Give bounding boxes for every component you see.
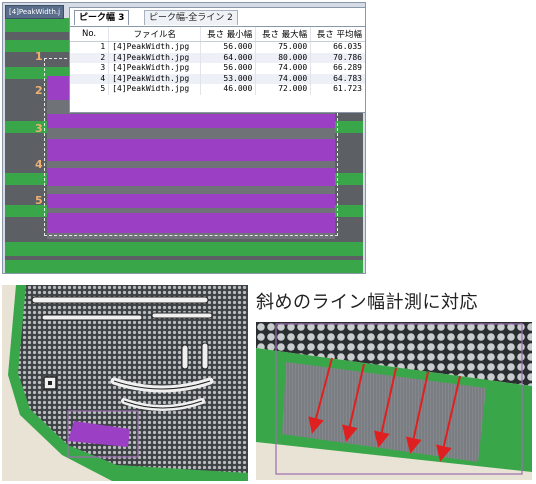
cell-avg-width: 64.783	[310, 73, 365, 84]
cell-avg-width: 61.723	[310, 84, 365, 95]
cell-min-width: 56.000	[200, 41, 257, 53]
col-header-filename[interactable]: ファイル名	[108, 27, 202, 42]
cell-avg-width: 70.786	[310, 52, 365, 63]
table-row[interactable]: 2 [4]PeakWidth.jpg 64.000 80.000 70.786	[70, 52, 365, 63]
line-label-5: 5	[35, 194, 43, 207]
table-row[interactable]: 3 [4]PeakWidth.jpg 56.000 74.000 66.289	[70, 63, 365, 74]
cell-filename: [4]PeakWidth.jpg	[108, 52, 202, 63]
col-header-max-width[interactable]: 長さ 最大幅	[255, 27, 312, 42]
tab-peak-width[interactable]: ピーク幅 3	[74, 10, 130, 25]
cell-max-width: 74.000	[255, 63, 312, 74]
table-row[interactable]: 4 [4]PeakWidth.jpg 53.000 74.000 64.783	[70, 73, 365, 84]
cell-min-width: 53.000	[200, 73, 257, 84]
cell-no: 4	[70, 73, 110, 84]
cell-max-width: 72.000	[255, 84, 312, 95]
results-table: No. ファイル名 長さ 最小幅 長さ 最大幅 長さ 平均幅 1 [4]Peak…	[70, 27, 365, 95]
cell-filename: [4]PeakWidth.jpg	[108, 84, 202, 95]
cell-max-width: 74.000	[255, 73, 312, 84]
cell-no: 1	[70, 41, 110, 53]
tab-peak-width-all-lines[interactable]: ピーク幅-全ライン 2	[144, 10, 238, 25]
cell-filename: [4]PeakWidth.jpg	[108, 41, 202, 53]
cell-no: 5	[70, 84, 110, 95]
col-header-min-width[interactable]: 長さ 最小幅	[200, 27, 257, 42]
caption: 斜めのライン幅計測に対応	[256, 292, 478, 313]
cell-min-width: 56.000	[200, 63, 257, 74]
cell-filename: [4]PeakWidth.jpg	[108, 73, 202, 84]
cell-min-width: 46.000	[200, 84, 257, 95]
diagonal-line-image	[256, 322, 532, 480]
results-tabbar: ピーク幅 3 ピーク幅-全ライン 2	[70, 8, 365, 27]
cell-max-width: 80.000	[255, 52, 312, 63]
line-label-4: 4	[35, 158, 43, 171]
stencil-photo	[2, 285, 248, 481]
table-header-row: No. ファイル名 長さ 最小幅 長さ 最大幅 長さ 平均幅	[70, 27, 365, 42]
col-header-avg-width[interactable]: 長さ 平均幅	[310, 27, 365, 42]
stencil-image	[2, 285, 248, 481]
table-row[interactable]: 1 [4]PeakWidth.jpg 56.000 75.000 66.035	[70, 41, 365, 53]
cell-min-width: 64.000	[200, 52, 257, 63]
line-label-3: 3	[35, 122, 43, 135]
cell-filename: [4]PeakWidth.jpg	[108, 63, 202, 74]
cell-no: 3	[70, 63, 110, 74]
table-row[interactable]: 5 [4]PeakWidth.jpg 46.000 72.000 61.723	[70, 84, 365, 95]
image-tab[interactable]: [4]PeakWidth.j	[5, 5, 65, 19]
cell-avg-width: 66.035	[310, 41, 365, 53]
cell-max-width: 75.000	[255, 41, 312, 53]
measurement-app-window: 1 2 3 4 5 [4]PeakWidth.j ピーク幅 3 ピーク幅-全ライ…	[2, 2, 366, 274]
line-label-1: 1	[35, 50, 43, 63]
col-header-no[interactable]: No.	[70, 27, 110, 42]
diagonal-line-photo	[256, 322, 532, 480]
cell-no: 2	[70, 52, 110, 63]
cell-avg-width: 66.289	[310, 63, 365, 74]
results-panel: ピーク幅 3 ピーク幅-全ライン 2 No. ファイル名 長さ 最小幅 長さ 最…	[69, 7, 365, 113]
line-label-2: 2	[35, 84, 43, 97]
